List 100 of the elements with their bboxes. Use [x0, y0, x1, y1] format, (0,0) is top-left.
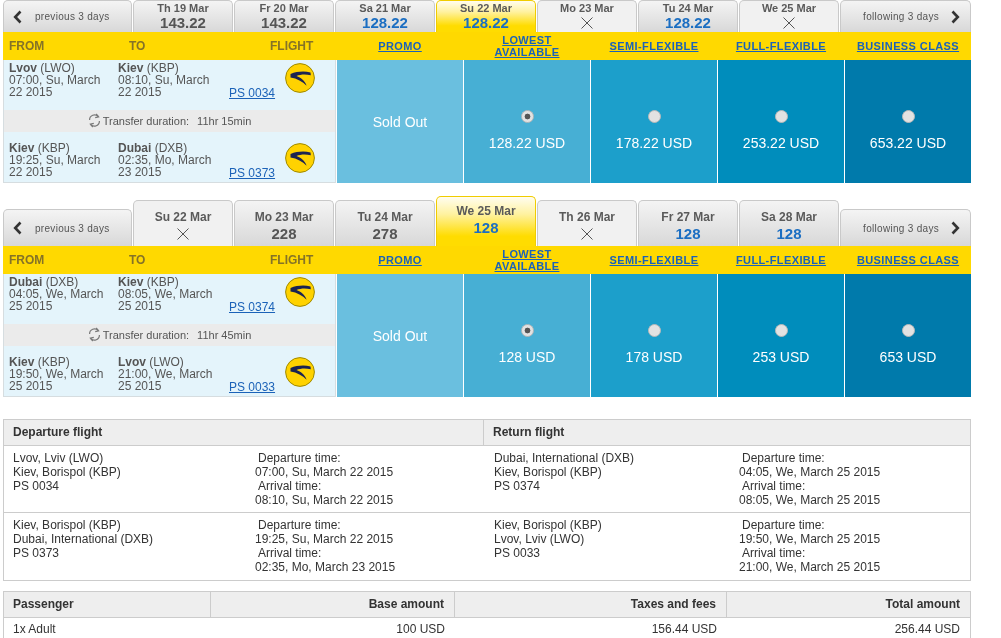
date-tab[interactable]: Mo 23 Mar 228: [234, 200, 334, 246]
cross-icon: [581, 17, 593, 29]
logo-icon: [285, 277, 315, 307]
fare-class-link[interactable]: PROMO: [378, 40, 422, 52]
fare-class-link[interactable]: FULL-FLEXIBLE: [735, 254, 827, 266]
transfer-label: Transfer duration:: [102, 328, 190, 341]
date-tab[interactable]: Th 19 Mar 143.22: [133, 0, 233, 32]
radio-button[interactable]: [647, 110, 661, 123]
date-tab[interactable]: Th 26 Mar: [537, 200, 637, 246]
flight-number: PS 0373: [13, 546, 60, 560]
time-value: 02:35, Mo, March 23 2015: [255, 560, 396, 574]
radio-button[interactable]: [901, 110, 915, 123]
radio-button[interactable]: [901, 324, 915, 337]
time-label: 07:00, Su, March 22 2015: [9, 74, 102, 98]
sold-out-label: Sold Out: [372, 113, 428, 130]
fare-class-link[interactable]: BUSINESS CLASS: [856, 40, 960, 52]
table-cell-text: 156.44 USD: [650, 621, 718, 638]
date-tab[interactable]: Mo 23 Mar: [537, 0, 637, 32]
previous-days-tab[interactable]: previous 3 days: [3, 209, 132, 246]
airport-label: Kiev (KBP): [118, 276, 180, 288]
table-cell-text: 256.44 USD: [893, 621, 961, 638]
table-cell-text: 1x Adult: [12, 621, 57, 638]
date-tab[interactable]: Su 22 Mar 128.22: [436, 0, 536, 32]
chevron-left-icon: [13, 221, 23, 235]
airport-name: Dubai, International (DXB): [13, 532, 154, 546]
cross-icon: [783, 17, 795, 29]
time-label: 04:05, We, March 25 2015: [9, 288, 105, 312]
price-label: 128.22 USD: [488, 135, 566, 151]
time-label: 08:10, Su, March 22 2015: [118, 74, 211, 98]
airport-name: Kiev, Borispol (KBP): [13, 465, 121, 479]
fare-class-link[interactable]: SEMI-FLEXIBLE: [609, 254, 699, 266]
date-tab[interactable]: Tu 24 Mar 278: [335, 200, 435, 246]
fare-class-link[interactable]: BUSINESS CLASS: [856, 254, 960, 266]
next-days-tab[interactable]: following 3 days: [840, 209, 971, 246]
time-label: Departure time:: [741, 451, 825, 465]
column-header: Return flight: [492, 424, 566, 441]
time-label: Arrival time:: [741, 479, 806, 493]
flight-number: PS 0374: [494, 479, 541, 493]
flight-number-link[interactable]: PS 0033: [229, 381, 276, 394]
fare-class-link[interactable]: FULL-FLEXIBLE: [735, 40, 827, 52]
refresh-icon: [87, 113, 101, 129]
price-label: 653 USD: [879, 349, 937, 365]
date-tab[interactable]: Sa 21 Mar 128.22: [335, 0, 435, 32]
chevron-right-icon: [951, 9, 961, 24]
time-value: 07:00, Su, March 22 2015: [255, 465, 394, 479]
next-days-tab[interactable]: following 3 days: [840, 0, 971, 32]
radio-button[interactable]: [520, 324, 534, 337]
price-label: 653.22 USD: [869, 135, 947, 151]
previous-days-tab[interactable]: previous 3 days: [3, 0, 132, 32]
column-header: Passenger: [4, 592, 211, 617]
airport-name: Kiev, Borispol (KBP): [13, 518, 121, 532]
column-header: Base amount: [211, 592, 455, 617]
flight-number-link[interactable]: PS 0034: [229, 86, 276, 100]
flight-number-link[interactable]: PS 0373: [229, 167, 276, 180]
airport-name: Kiev, Borispol (KBP): [494, 518, 602, 532]
airport-name: Kiev, Borispol (KBP): [494, 465, 602, 479]
time-label: Arrival time:: [741, 546, 806, 560]
radio-button[interactable]: [774, 324, 788, 337]
time-label: Departure time:: [257, 518, 341, 532]
airport-label: Lvov (LWO): [118, 356, 184, 369]
radio-button[interactable]: [774, 110, 788, 123]
price-label: 178 USD: [625, 349, 683, 365]
time-label: Departure time:: [257, 451, 341, 465]
time-value: 19:25, Su, March 22 2015: [255, 532, 394, 546]
airport-name: Lvov, Lviv (LWO): [494, 532, 585, 546]
column-header: TO: [128, 253, 147, 267]
fare-class-link[interactable]: LOWEST AVAILABLE: [474, 34, 580, 58]
transfer-duration: 11hr 15min: [197, 114, 252, 127]
logo-icon: [285, 357, 315, 388]
date-tab[interactable]: Tu 24 Mar 128.22: [638, 0, 738, 32]
airport-label: Kiev (KBP): [9, 142, 70, 155]
table-cell-text: 100 USD: [395, 621, 446, 638]
chevron-right-icon: [951, 221, 961, 235]
flight-number: PS 0034: [13, 479, 60, 493]
airport-label: Kiev (KBP): [118, 62, 179, 74]
date-tab[interactable]: We 25 Mar 128: [436, 196, 536, 246]
column-header: FLIGHT: [269, 39, 315, 53]
date-tab[interactable]: Fr 20 Mar 143.22: [234, 0, 334, 32]
column-header: FLIGHT: [269, 253, 315, 267]
date-tab[interactable]: Fr 27 Mar 128: [638, 200, 738, 246]
time-value: 08:05, We, March 25 2015: [739, 493, 881, 507]
price-label: 128 USD: [498, 349, 556, 365]
date-tab[interactable]: Sa 28 Mar 128: [739, 200, 839, 246]
date-tab[interactable]: We 25 Mar: [739, 0, 839, 32]
radio-button[interactable]: [647, 324, 661, 337]
logo-icon: [285, 143, 315, 174]
time-value: 04:05, We, March 25 2015: [739, 465, 881, 479]
cross-icon: [581, 228, 593, 240]
fare-class-link[interactable]: SEMI-FLEXIBLE: [609, 40, 699, 52]
price-label: 253 USD: [752, 349, 810, 365]
fare-class-link[interactable]: LOWEST AVAILABLE: [474, 248, 580, 272]
radio-button[interactable]: [520, 110, 534, 123]
time-label: 19:25, Su, March 22 2015: [9, 154, 102, 179]
flight-number-link[interactable]: PS 0374: [229, 300, 276, 314]
time-label: 02:35, Mo, March 23 2015: [118, 154, 213, 179]
fare-class-link[interactable]: PROMO: [378, 254, 422, 266]
column-header: TO: [128, 39, 147, 53]
date-tab[interactable]: Su 22 Mar: [133, 200, 233, 246]
airport-name: Lvov, Lviv (LWO): [13, 451, 104, 465]
time-label: Arrival time:: [257, 546, 322, 560]
